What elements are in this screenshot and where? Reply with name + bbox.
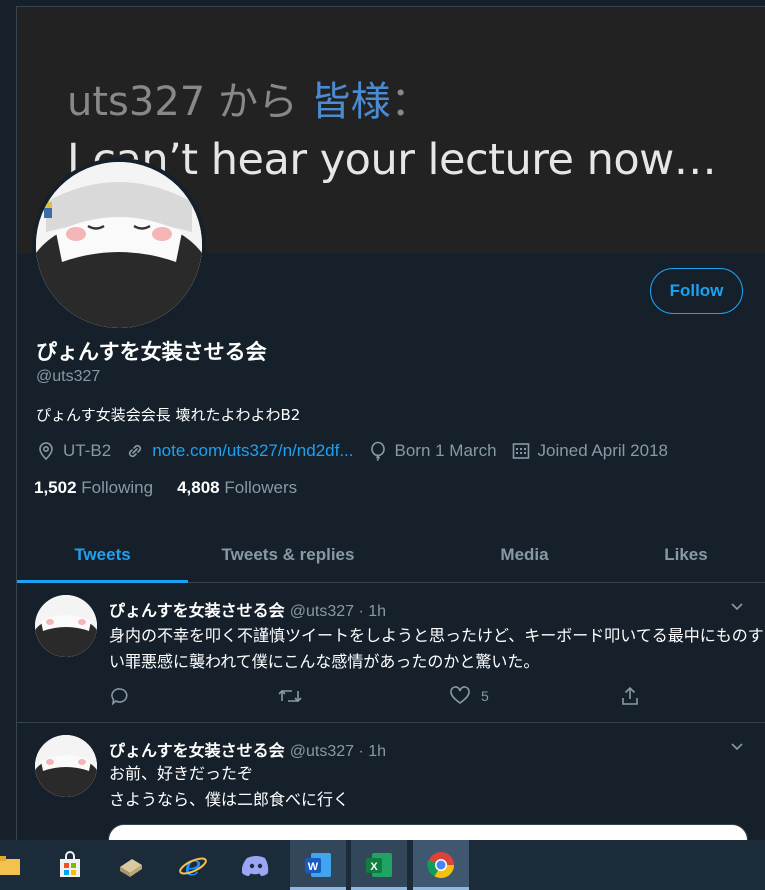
- folder-icon: [0, 856, 20, 875]
- following-count: 1,502: [34, 478, 77, 497]
- tweet-header: ぴょんすを女装させる会 @uts327 · 1h: [109, 737, 386, 761]
- profile-meta: UT-B2 note.com/uts327/n/nd2df... Born 1 …: [36, 440, 682, 462]
- profile-tabs: Tweets Tweets & replies Media Likes: [17, 528, 765, 583]
- tweet-avatar[interactable]: [35, 735, 97, 797]
- tweet-text: 身内の不幸を叩く不謹慎ツイートをしようと思ったけど、キーボード叩いてる最中にもの…: [109, 623, 765, 675]
- tweet-handle-time: @uts327 · 1h: [289, 603, 387, 620]
- link-icon: [129, 444, 142, 458]
- tab-media[interactable]: Media: [437, 528, 612, 582]
- profile-handle: @uts327: [36, 368, 101, 385]
- reply-icon: [111, 688, 128, 706]
- following-label: Following: [81, 478, 154, 497]
- taskbar-file-explorer[interactable]: [0, 840, 36, 890]
- taskbar-chrome[interactable]: [413, 840, 469, 890]
- like-action[interactable]: 5: [449, 685, 489, 707]
- svg-text:X: X: [370, 861, 378, 873]
- chrome-icon: [427, 852, 455, 879]
- store-icon: [60, 851, 80, 877]
- top-border: [16, 0, 765, 7]
- tweet-header: ぴょんすを女装させる会 @uts327 · 1h: [109, 597, 386, 621]
- taskbar-internet-explorer[interactable]: e: [165, 840, 221, 890]
- tweet-text-line: い罪悪感に襲われて僕にこんな感情があったのかと驚いた。: [109, 652, 540, 671]
- tweet[interactable]: ぴょんすを女装させる会 @uts327 · 1h 身内の不幸を叩く不謹慎ツイート…: [17, 583, 765, 723]
- location-icon: [39, 442, 53, 461]
- tab-tweets-replies[interactable]: Tweets & replies: [188, 528, 388, 582]
- follow-counts: 1,502 Following 4,808 Followers: [34, 478, 297, 498]
- taskbar-store[interactable]: [42, 840, 98, 890]
- tweet-text-line: さようなら、僕は二郎食べに行く: [109, 790, 350, 809]
- banner-line1-highlight: 皆様: [310, 79, 391, 125]
- banner-line1-prefix: uts327 から: [67, 79, 311, 125]
- avatar-image: [36, 162, 202, 328]
- joined: Joined April 2018: [511, 441, 668, 461]
- tweet-text: お前、好きだったぞ さようなら、僕は二郎食べに行く: [109, 761, 749, 813]
- taskbar-app[interactable]: [103, 840, 159, 890]
- tab-likes[interactable]: Likes: [612, 528, 760, 582]
- taskbar-word[interactable]: W: [290, 840, 346, 890]
- joined-text: Joined April 2018: [537, 441, 668, 460]
- profile-avatar[interactable]: [32, 158, 206, 332]
- birthday: Born 1 March: [368, 441, 497, 461]
- website[interactable]: note.com/uts327/n/nd2df...: [125, 441, 354, 461]
- taskbar-discord[interactable]: [228, 840, 284, 890]
- birthday-text: Born 1 March: [394, 441, 497, 460]
- tweet-handle-time: @uts327 · 1h: [289, 743, 387, 760]
- calendar-icon: [512, 443, 529, 459]
- banner-line1-suffix: ：: [390, 79, 431, 125]
- profile-bio: ぴょんす女装会会長 壊れたよわよわB2: [36, 406, 301, 424]
- balloon-icon: [370, 441, 385, 461]
- followers-label: Followers: [224, 478, 298, 497]
- heart-icon: [450, 686, 470, 704]
- app-icon: [120, 859, 142, 877]
- excel-icon: X: [366, 853, 392, 877]
- word-icon: W: [305, 853, 331, 877]
- tweet-author-name[interactable]: ぴょんすを女装させる会: [109, 601, 285, 620]
- followers-link[interactable]: 4,808 Followers: [177, 478, 297, 497]
- taskbar-excel[interactable]: X: [351, 840, 407, 890]
- svg-text:e: e: [185, 850, 202, 880]
- windows-taskbar: e W X: [0, 840, 765, 890]
- like-count: 5: [481, 688, 489, 704]
- tweet-author-name[interactable]: ぴょんすを女装させる会: [109, 741, 285, 760]
- retweet-action[interactable]: [277, 685, 303, 707]
- tweet-text-line: お前、好きだったぞ: [109, 764, 254, 783]
- tab-tweets[interactable]: Tweets: [17, 528, 188, 583]
- retweet-icon: [278, 689, 302, 703]
- left-rail: [0, 0, 17, 840]
- chevron-down-icon[interactable]: [729, 739, 745, 755]
- svg-text:W: W: [308, 861, 319, 873]
- followers-count: 4,808: [177, 478, 220, 497]
- following-link[interactable]: 1,502 Following: [34, 478, 153, 497]
- chevron-down-icon[interactable]: [729, 599, 745, 615]
- follow-button[interactable]: Follow: [650, 268, 743, 314]
- reply-action[interactable]: [109, 685, 131, 707]
- website-link[interactable]: note.com/uts327/n/nd2df...: [152, 441, 353, 461]
- tweet-avatar[interactable]: [35, 595, 97, 657]
- tweet-text-line: 身内の不幸を叩く不謹慎ツイートをしようと思ったけど、キーボード叩いてる最中にもの…: [109, 626, 765, 645]
- location: UT-B2: [36, 441, 111, 461]
- discord-icon: [242, 856, 269, 876]
- share-icon: [622, 686, 638, 705]
- share-action[interactable]: [619, 685, 641, 707]
- banner-text-line1: uts327 から 皆様：: [67, 69, 431, 127]
- internet-explorer-icon: e: [179, 850, 207, 880]
- tweet[interactable]: ぴょんすを女装させる会 @uts327 · 1h お前、好きだったぞ さようなら…: [17, 723, 765, 840]
- location-text: UT-B2: [63, 441, 112, 460]
- tweet-actions: 5: [109, 685, 749, 709]
- profile-display-name: ぴょんすを女装させる会: [36, 340, 267, 364]
